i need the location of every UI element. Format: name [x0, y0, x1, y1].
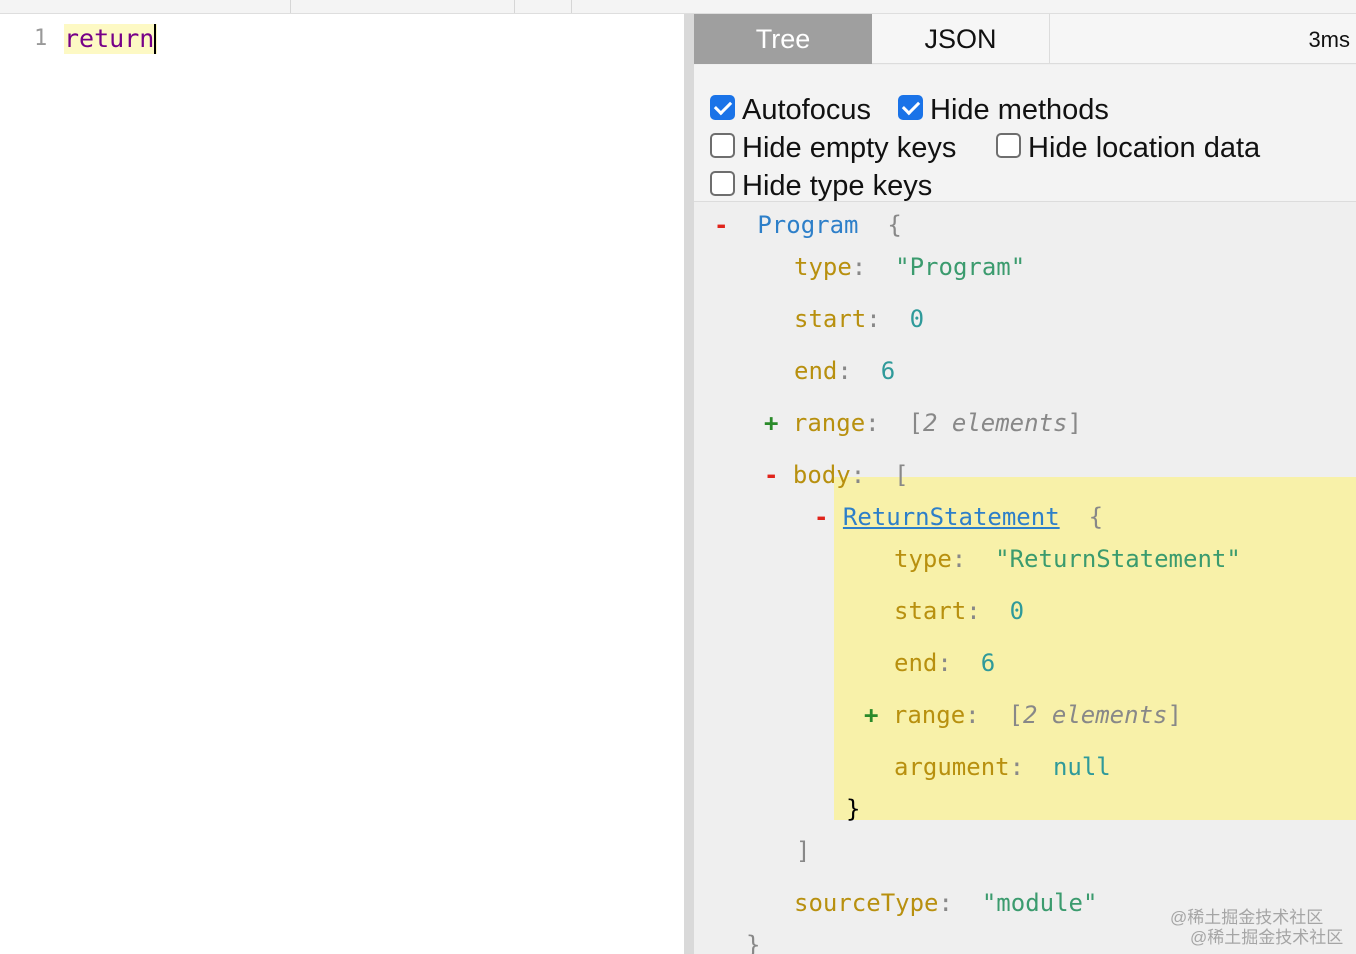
menu-separator — [514, 0, 515, 13]
property-value: "module" — [981, 889, 1098, 917]
close-brace: } — [746, 931, 761, 954]
output-toolbar: Tree JSON 3ms — [694, 14, 1356, 64]
tree-options: Autofocus Hide methods Hide empty keys H… — [694, 65, 1356, 202]
property-key: body — [792, 461, 851, 489]
code-line[interactable]: return — [64, 24, 158, 54]
expand-toggle[interactable]: + — [864, 701, 878, 729]
option-hide-methods[interactable]: Hide methods — [898, 92, 1109, 128]
tree-row-end: end: 6 — [894, 649, 996, 677]
property-key: range — [792, 409, 866, 437]
property-value: 0 — [1009, 597, 1025, 625]
expand-toggle[interactable]: + — [764, 409, 778, 437]
property-key: type — [794, 253, 852, 281]
property-key: range — [892, 701, 966, 729]
tree-row-argument: argument: null — [894, 753, 1111, 781]
option-hide-location-data[interactable]: Hide location data — [996, 130, 1260, 166]
tab-tree[interactable]: Tree — [694, 14, 872, 64]
option-label: Autofocus — [742, 94, 871, 126]
range-summary: 2 elements — [1022, 701, 1168, 729]
open-brace: { — [887, 211, 902, 239]
tree-row-type: type: "ReturnStatement" — [894, 545, 1241, 573]
open-bracket: [ — [894, 461, 909, 489]
node-name-program[interactable]: Program — [757, 211, 858, 239]
output-panel: Tree JSON 3ms Autofocus Hide methods Hid… — [694, 14, 1356, 954]
property-key: end — [794, 357, 838, 385]
tab-json[interactable]: JSON — [872, 14, 1050, 64]
hide-empty-keys-checkbox[interactable] — [710, 133, 735, 158]
hide-methods-checkbox[interactable] — [898, 95, 923, 120]
hide-location-data-checkbox[interactable] — [996, 133, 1021, 158]
tree-row-type: type: "Program" — [794, 253, 1026, 281]
collapse-toggle[interactable]: - — [814, 503, 828, 531]
line-number: 1 — [34, 26, 48, 51]
property-key: argument — [894, 753, 1010, 781]
property-key: sourceType — [794, 889, 939, 917]
collapse-toggle[interactable]: - — [764, 461, 778, 489]
code-editor[interactable]: 1 return — [0, 14, 684, 954]
text-cursor — [154, 24, 157, 54]
option-hide-type-keys[interactable]: Hide type keys — [710, 168, 932, 204]
close-brace: } — [846, 795, 861, 823]
top-menu-strip — [0, 0, 1356, 14]
panel-splitter[interactable] — [684, 14, 694, 954]
property-value: 0 — [909, 305, 925, 333]
tree-row-start: start: 0 — [894, 597, 1025, 625]
menu-separator — [290, 0, 291, 13]
watermark-text: @稀土掘金技术社区 — [1170, 908, 1324, 927]
node-name-return-statement[interactable]: ReturnStatement — [843, 503, 1060, 531]
property-key: end — [894, 649, 938, 677]
option-label: Hide methods — [930, 94, 1109, 126]
range-summary: 2 elements — [922, 409, 1068, 437]
tree-row-range[interactable]: + range: [2 elements] — [764, 409, 1082, 437]
property-key: start — [894, 597, 967, 625]
menu-separator — [571, 0, 572, 13]
option-label: Hide empty keys — [742, 132, 957, 164]
property-key: type — [894, 545, 952, 573]
tree-row-end: end: 6 — [794, 357, 896, 385]
option-label: Hide type keys — [742, 170, 933, 202]
tree-row-source-type: sourceType: "module" — [794, 889, 1098, 917]
tree-row-range[interactable]: + range: [2 elements] — [864, 701, 1182, 729]
tree-row-body[interactable]: - body: [ — [764, 461, 909, 489]
tree-row-start: start: 0 — [794, 305, 925, 333]
collapse-toggle[interactable]: - — [714, 211, 728, 239]
property-value: "ReturnStatement" — [995, 545, 1241, 573]
property-value: null — [1052, 753, 1111, 781]
option-autofocus[interactable]: Autofocus — [710, 92, 871, 128]
tree-row-program[interactable]: - Program { — [714, 211, 902, 239]
ast-tree: - Program { type: "Program" start: 0 end… — [694, 203, 1356, 954]
property-value: "Program" — [895, 253, 1026, 281]
close-bracket: ] — [796, 837, 811, 865]
tree-row-return-statement[interactable]: - ReturnStatement { — [814, 503, 1103, 531]
property-key: start — [794, 305, 867, 333]
property-value: 6 — [980, 649, 996, 677]
option-label: Hide location data — [1028, 132, 1261, 164]
parse-time: 3ms — [1308, 27, 1350, 52]
option-hide-empty-keys[interactable]: Hide empty keys — [710, 130, 956, 166]
open-brace: { — [1088, 503, 1104, 531]
hide-type-keys-checkbox[interactable] — [710, 171, 735, 196]
watermark-text: @稀土掘金技术社区 — [1190, 928, 1344, 947]
autofocus-checkbox[interactable] — [710, 95, 735, 120]
property-value: 6 — [880, 357, 896, 385]
code-keyword: return — [64, 24, 155, 53]
